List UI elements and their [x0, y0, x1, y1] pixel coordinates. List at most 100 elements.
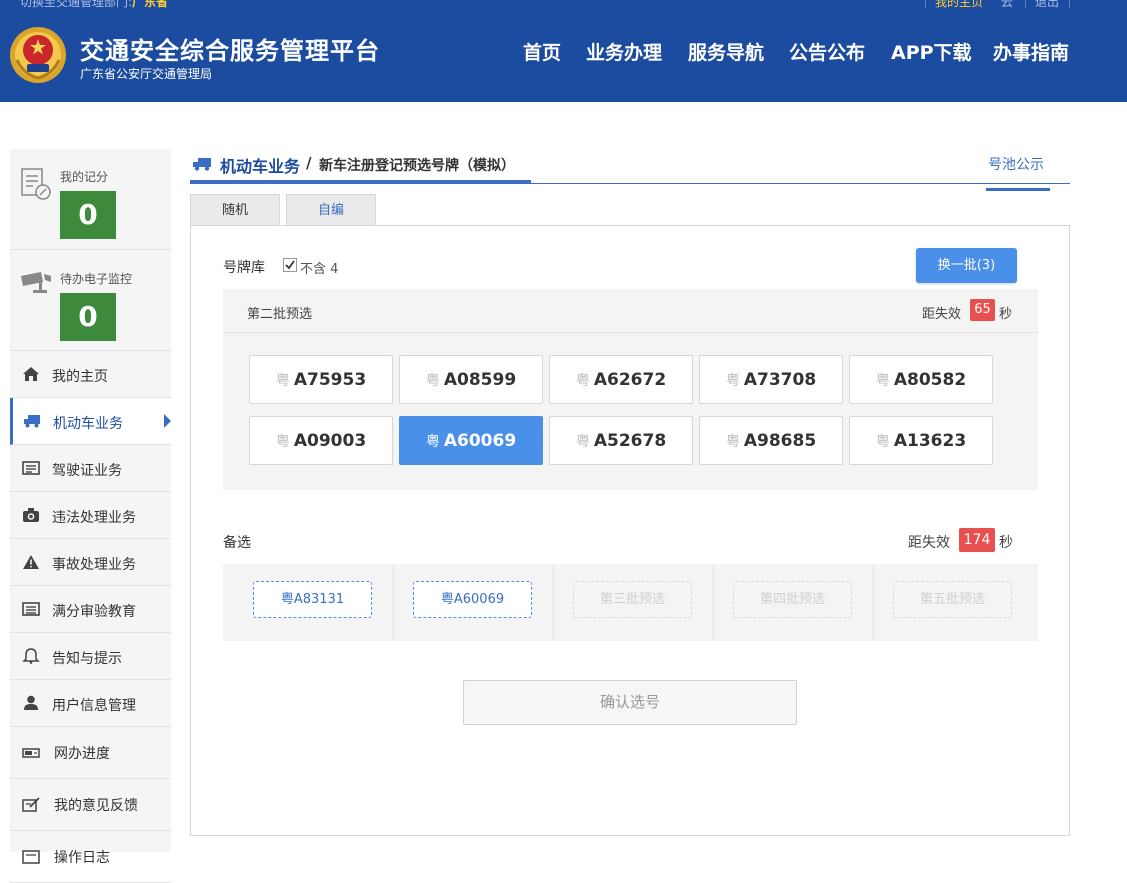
alternate-slot-1[interactable]: 粤A83131 — [253, 581, 372, 618]
breadcrumb-separator: / — [306, 154, 312, 172]
region-switch[interactable]: 切换至交通管理部门:广东省 — [20, 0, 168, 10]
plate-option-selected[interactable]: 粤 A60069 — [399, 416, 543, 465]
plate-option[interactable]: 粤 A13623 — [849, 416, 993, 465]
truck-icon — [24, 415, 40, 428]
logout-link[interactable]: 退出 — [1035, 0, 1059, 10]
plate-number: A09003 — [293, 431, 367, 451]
site-subtitle: 广东省公安厅交通管理局 — [80, 67, 213, 81]
my-home-link[interactable]: 我的主页 — [935, 0, 983, 10]
plate-option[interactable]: 粤 A52678 — [549, 416, 693, 465]
divider — [925, 0, 926, 8]
batch-box: 第二批预选 距失效 65 秒 粤 A75953 粤 A08599 粤 A62672 粤… — [223, 289, 1038, 490]
sidebar-item-label: 我的意见反馈 — [54, 798, 138, 814]
home-icon — [23, 367, 39, 381]
nav-app-download[interactable]: APP下载 — [891, 38, 972, 65]
plate-number: A62672 — [593, 370, 667, 390]
plate-library-label: 号牌库 — [223, 260, 265, 276]
exclude-four-label[interactable]: 不含 4 — [300, 258, 338, 277]
divider — [1069, 0, 1070, 8]
sidebar-item-user-info[interactable]: 用户信息管理 — [10, 680, 171, 727]
sidebar-item-feedback[interactable]: 我的意见反馈 — [10, 779, 171, 831]
plate-number: A08599 — [443, 370, 517, 390]
breadcrumb-vehicle[interactable]: 机动车业务 — [220, 153, 300, 177]
plate-option[interactable]: 粤 A98685 — [699, 416, 843, 465]
tab-random[interactable]: 随机 — [190, 194, 280, 226]
sidebar-item-label: 用户信息管理 — [52, 698, 136, 714]
sidebar-item-violation[interactable]: 违法处理业务 — [10, 492, 171, 539]
nav-announcements[interactable]: 公告公布 — [789, 38, 865, 65]
nav-service-guide[interactable]: 服务导航 — [688, 38, 764, 65]
divider — [1025, 0, 1026, 8]
alt-expire-label: 距失效 — [908, 535, 950, 551]
sidebar-item-accident[interactable]: 事故处理业务 — [10, 539, 171, 586]
pending-monitor-card[interactable]: 待办电子监控 0 — [10, 250, 171, 351]
score-value: 0 — [60, 191, 116, 239]
alternates-label: 备选 — [223, 535, 251, 551]
truck-icon — [193, 158, 211, 171]
sidebar-item-progress[interactable]: 网办进度 — [10, 727, 171, 779]
camera-icon — [23, 508, 39, 522]
confirm-selection-button[interactable]: 确认选号 — [463, 680, 797, 725]
alt-expire-countdown-badge: 174 — [959, 528, 995, 552]
batch-header: 第二批预选 距失效 65 秒 — [223, 289, 1038, 333]
top-links: 我的主页 云 退出 — [925, 0, 1070, 12]
pool-link-underline — [986, 188, 1050, 191]
plate-number: A13623 — [893, 431, 967, 451]
pending-label: 待办电子监控 — [60, 272, 133, 286]
sidebar-item-log[interactable]: 操作日志 — [10, 831, 171, 883]
plate-province: 粤 — [575, 373, 590, 389]
pool-notice-link[interactable]: 号池公示 — [988, 154, 1044, 174]
feedback-icon — [22, 797, 40, 812]
plate-province: 粤 — [875, 434, 890, 450]
score-card[interactable]: 我的记分 0 — [10, 149, 171, 250]
sidebar-item-label: 驾驶证业务 — [52, 463, 122, 479]
plate-province: 粤 — [875, 373, 890, 389]
plate-option[interactable]: 粤 A09003 — [249, 416, 393, 465]
nav-home[interactable]: 首页 — [523, 38, 561, 65]
seconds-unit: 秒 — [999, 535, 1013, 551]
alternate-slot-5: 第五批预选 — [893, 581, 1012, 618]
alternate-slot-2[interactable]: 粤A60069 — [413, 581, 532, 618]
sidebar-item-license[interactable]: 驾驶证业务 — [10, 445, 171, 492]
plate-option[interactable]: 粤 A08599 — [399, 355, 543, 404]
sidebar-item-label: 机动车业务 — [53, 416, 123, 432]
active-arrow-icon — [164, 414, 171, 428]
sidebar-item-notice[interactable]: 告知与提示 — [10, 633, 171, 680]
plate-option[interactable]: 粤 A80582 — [849, 355, 993, 404]
site-header: 切换至交通管理部门:广东省 我的主页 云 退出 交通安全综合服务管理平台 广东省… — [0, 0, 1127, 102]
plate-province: 粤 — [425, 373, 440, 389]
sidebar-item-home[interactable]: 我的主页 — [10, 351, 171, 398]
seconds-unit: 秒 — [999, 307, 1013, 322]
plate-number: A73708 — [743, 370, 817, 390]
plate-option[interactable]: 粤 A73708 — [699, 355, 843, 404]
plate-province: 粤 — [275, 434, 290, 450]
warning-icon — [23, 555, 39, 569]
police-emblem-logo[interactable] — [9, 26, 67, 84]
plate-number: A98685 — [743, 431, 817, 451]
plate-province: 粤 — [725, 373, 740, 389]
divider — [713, 564, 714, 641]
sidebar-item-label: 我的主页 — [52, 369, 108, 385]
region-name[interactable]: 广东省 — [132, 0, 168, 9]
swap-batch-button[interactable]: 换一批(3) — [916, 248, 1017, 283]
sidebar-item-vehicle[interactable]: 机动车业务 — [10, 398, 171, 445]
plate-option[interactable]: 粤 A62672 — [549, 355, 693, 404]
plate-province: 粤 — [725, 434, 740, 450]
alternate-slot-3: 第三批预选 — [573, 581, 692, 618]
plate-number: A80582 — [893, 370, 967, 390]
sidebar-item-label: 操作日志 — [54, 850, 110, 866]
region-switch-label: 切换至交通管理部门: — [20, 0, 133, 9]
surveillance-camera-icon — [21, 272, 51, 293]
cloud-link[interactable]: 云 — [1001, 0, 1013, 10]
sidebar-item-education[interactable]: 满分审验教育 — [10, 586, 171, 633]
plate-province: 粤 — [575, 434, 590, 450]
plate-option[interactable]: 粤 A75953 — [249, 355, 393, 404]
nav-business[interactable]: 业务办理 — [586, 38, 662, 65]
score-label: 我的记分 — [60, 170, 109, 184]
exclude-four-checkbox[interactable] — [283, 258, 297, 272]
expire-countdown-badge: 65 — [970, 299, 995, 321]
plate-number: A60069 — [443, 431, 517, 451]
nav-guide[interactable]: 办事指南 — [993, 38, 1069, 65]
tab-custom[interactable]: 自编 — [286, 194, 376, 226]
batch-title: 第二批预选 — [247, 307, 313, 322]
